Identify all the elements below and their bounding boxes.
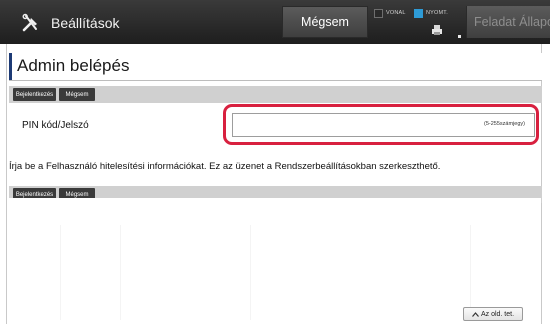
cancel-button-top[interactable]: Mégsem [59, 88, 95, 101]
settings-title[interactable]: Beállítások [51, 15, 119, 31]
status-dot [458, 35, 461, 38]
print-status-indicator [414, 9, 423, 18]
printer-icon [432, 25, 442, 35]
login-button-top[interactable]: Bejelentkezés [13, 88, 56, 101]
action-bar-top: Bejelentkezés Mégsem [9, 86, 542, 103]
line-status-indicator [374, 9, 383, 18]
info-message: Írja be a Felhasználó hitelesítési infor… [9, 161, 441, 172]
pin-label: PIN kód/Jelszó [22, 120, 89, 131]
header-cancel-button[interactable]: Mégsem [282, 6, 368, 38]
page-title: Admin belépés [17, 56, 130, 75]
title-divider [9, 80, 542, 81]
page-top-button[interactable]: Az old. tet. [463, 307, 523, 321]
print-status-label: NYOMT. [426, 10, 448, 16]
faint-divider [250, 225, 251, 320]
settings-tools-icon[interactable] [21, 13, 41, 33]
empty-content-area [7, 198, 541, 324]
line-status-label: VONAL [386, 10, 406, 16]
job-status-button[interactable]: Feladat Állapot [466, 6, 550, 38]
faint-divider [470, 225, 471, 320]
top-bar: Beállítások Mégsem VONAL NYOMT. Feladat … [0, 0, 550, 44]
chevron-up-icon [471, 311, 479, 317]
faint-divider [120, 225, 121, 320]
faint-divider [60, 225, 61, 320]
pin-hint: (5-255számjegy) [484, 121, 525, 127]
page-top-label: Az old. tet. [480, 310, 515, 318]
